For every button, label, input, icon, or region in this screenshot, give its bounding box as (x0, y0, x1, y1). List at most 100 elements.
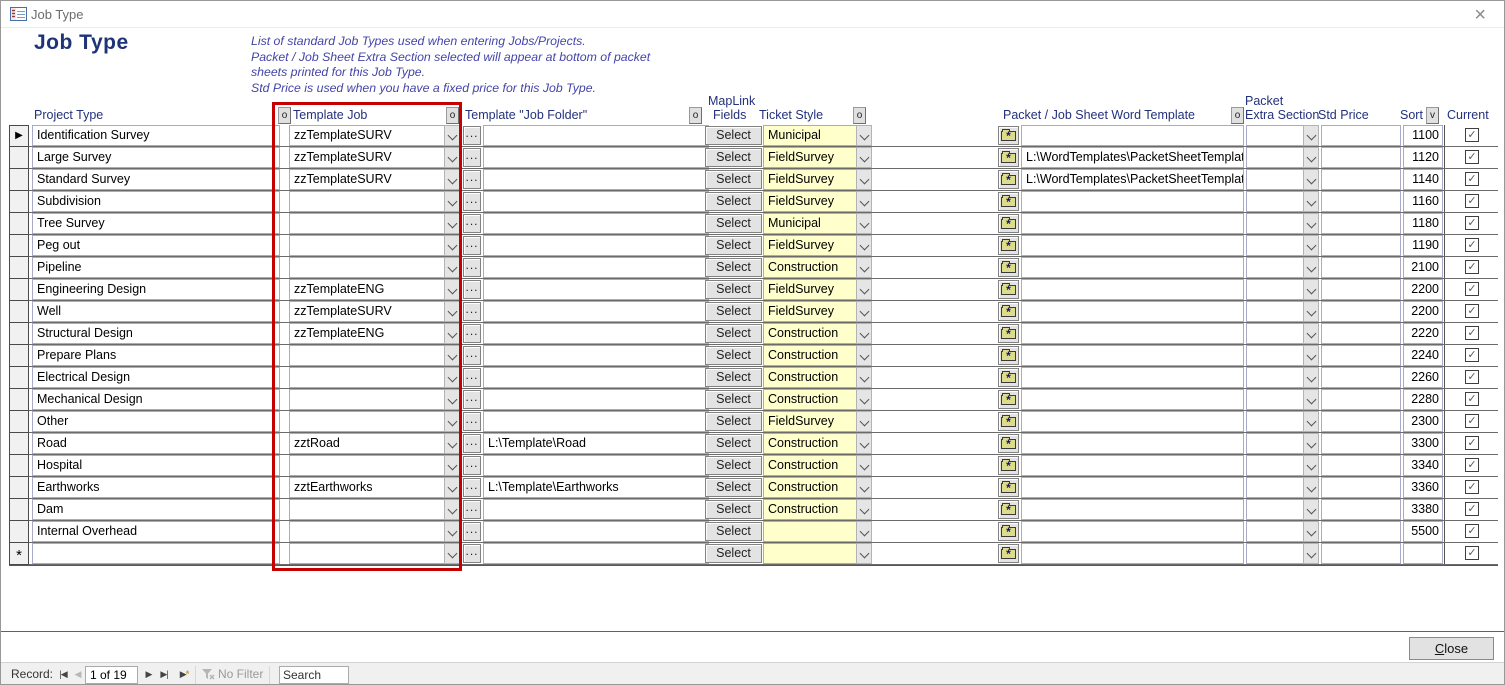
std-price-field[interactable] (1321, 323, 1401, 344)
project-type-field[interactable]: Internal Overhead (32, 521, 280, 542)
last-record-button[interactable]: ▶| (156, 666, 172, 683)
browse-button[interactable]: ... (463, 236, 481, 255)
ticket-style-dropdown-icon[interactable] (856, 191, 872, 212)
ticket-style-dropdown-icon[interactable] (856, 323, 872, 344)
template-job-field[interactable] (289, 345, 452, 366)
sort-field[interactable]: 2200 (1403, 279, 1443, 300)
template-job-dropdown-icon[interactable] (444, 213, 460, 234)
next-record-button[interactable]: ▶ (142, 666, 155, 683)
template-job-dropdown-icon[interactable] (444, 433, 460, 454)
option-button[interactable]: o (853, 107, 866, 124)
record-selector[interactable]: ▶ (9, 125, 29, 147)
record-selector[interactable]: * (9, 543, 29, 565)
word-template-field[interactable] (1021, 345, 1244, 366)
record-position[interactable]: 1 of 19 (85, 666, 138, 684)
extra-section-dropdown-icon[interactable] (1303, 477, 1319, 498)
sort-field[interactable]: 5500 (1403, 521, 1443, 542)
maplink-select-button[interactable]: Select (705, 346, 762, 365)
ticket-style-field[interactable]: FieldSurvey (763, 191, 864, 212)
ticket-style-field[interactable]: Construction (763, 499, 864, 520)
job-folder-field[interactable] (483, 279, 709, 300)
std-price-field[interactable] (1321, 389, 1401, 410)
template-job-dropdown-icon[interactable] (444, 279, 460, 300)
job-folder-field[interactable] (483, 367, 709, 388)
template-job-dropdown-icon[interactable] (444, 345, 460, 366)
word-template-field[interactable] (1021, 301, 1244, 322)
extra-section-dropdown-icon[interactable] (1303, 433, 1319, 454)
project-type-field[interactable]: Large Survey (32, 147, 280, 168)
ticket-style-field[interactable] (763, 543, 864, 564)
ticket-style-dropdown-icon[interactable] (856, 147, 872, 168)
record-selector[interactable] (9, 191, 29, 213)
ticket-style-field[interactable]: Construction (763, 257, 864, 278)
project-type-field[interactable]: Mechanical Design (32, 389, 280, 410)
current-checkbox[interactable]: ✓ (1465, 326, 1479, 340)
sort-field[interactable]: 1190 (1403, 235, 1443, 256)
ticket-style-field[interactable]: Construction (763, 433, 864, 454)
std-price-field[interactable] (1321, 191, 1401, 212)
word-template-browse-button[interactable]: * (998, 456, 1019, 475)
project-type-field[interactable]: Standard Survey (32, 169, 280, 190)
maplink-select-button[interactable]: Select (705, 412, 762, 431)
job-folder-field[interactable]: L:\Template\Road (483, 433, 709, 454)
extra-section-dropdown-icon[interactable] (1303, 213, 1319, 234)
word-template-browse-button[interactable]: * (998, 280, 1019, 299)
extra-section-dropdown-icon[interactable] (1303, 279, 1319, 300)
record-selector[interactable] (9, 235, 29, 257)
word-template-field[interactable] (1021, 389, 1244, 410)
project-type-field[interactable] (32, 543, 280, 564)
maplink-select-button[interactable]: Select (705, 170, 762, 189)
ticket-style-field[interactable]: Municipal (763, 125, 864, 146)
template-job-dropdown-icon[interactable] (444, 235, 460, 256)
first-record-button[interactable]: |◀ (55, 666, 71, 683)
word-template-browse-button[interactable]: * (998, 500, 1019, 519)
browse-button[interactable]: ... (463, 170, 481, 189)
sort-field[interactable]: 3300 (1403, 433, 1443, 454)
word-template-browse-button[interactable]: * (998, 214, 1019, 233)
job-folder-field[interactable] (483, 213, 709, 234)
extra-section-dropdown-icon[interactable] (1303, 235, 1319, 256)
ticket-style-field[interactable]: FieldSurvey (763, 301, 864, 322)
current-checkbox[interactable]: ✓ (1465, 392, 1479, 406)
project-type-field[interactable]: Dam (32, 499, 280, 520)
ticket-style-field[interactable] (763, 521, 864, 542)
template-job-dropdown-icon[interactable] (444, 521, 460, 542)
no-filter-label[interactable]: No Filter (218, 667, 263, 681)
project-type-field[interactable]: Peg out (32, 235, 280, 256)
word-template-field[interactable] (1021, 257, 1244, 278)
browse-button[interactable]: ... (463, 324, 481, 343)
word-template-field[interactable] (1021, 521, 1244, 542)
browse-button[interactable]: ... (463, 368, 481, 387)
std-price-field[interactable] (1321, 257, 1401, 278)
template-job-field[interactable] (289, 455, 452, 476)
template-job-dropdown-icon[interactable] (444, 169, 460, 190)
current-checkbox[interactable]: ✓ (1465, 414, 1479, 428)
sort-field[interactable]: 2260 (1403, 367, 1443, 388)
browse-button[interactable]: ... (463, 544, 481, 563)
record-selector[interactable] (9, 345, 29, 367)
template-job-field[interactable] (289, 235, 452, 256)
maplink-select-button[interactable]: Select (705, 390, 762, 409)
record-selector[interactable] (9, 147, 29, 169)
record-selector[interactable] (9, 213, 29, 235)
maplink-select-button[interactable]: Select (705, 302, 762, 321)
browse-button[interactable]: ... (463, 500, 481, 519)
job-folder-field[interactable] (483, 147, 709, 168)
job-folder-field[interactable] (483, 169, 709, 190)
maplink-select-button[interactable]: Select (705, 192, 762, 211)
template-job-field[interactable] (289, 257, 452, 278)
ticket-style-dropdown-icon[interactable] (856, 389, 872, 410)
job-folder-field[interactable] (483, 323, 709, 344)
template-job-field[interactable] (289, 389, 452, 410)
word-template-field[interactable] (1021, 411, 1244, 432)
ticket-style-dropdown-icon[interactable] (856, 301, 872, 322)
record-selector[interactable] (9, 411, 29, 433)
sort-field[interactable]: 1140 (1403, 169, 1443, 190)
sort-field[interactable]: 1180 (1403, 213, 1443, 234)
current-checkbox[interactable]: ✓ (1465, 260, 1479, 274)
template-job-dropdown-icon[interactable] (444, 191, 460, 212)
word-template-field[interactable] (1021, 125, 1244, 146)
maplink-select-button[interactable]: Select (705, 522, 762, 541)
extra-section-dropdown-icon[interactable] (1303, 499, 1319, 520)
maplink-select-button[interactable]: Select (705, 456, 762, 475)
